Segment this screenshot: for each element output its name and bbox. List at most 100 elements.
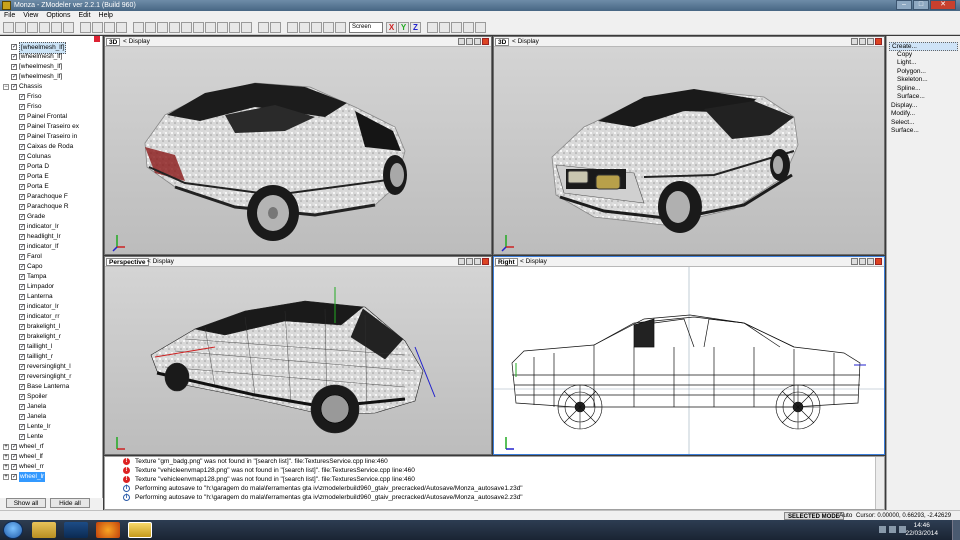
lock-icon[interactable] bbox=[451, 22, 462, 33]
vertex-mode-icon[interactable] bbox=[181, 22, 192, 33]
maximize-viewport-icon[interactable] bbox=[474, 38, 481, 45]
visibility-checkbox[interactable]: ✓ bbox=[19, 104, 25, 110]
polygon-mode-icon[interactable] bbox=[205, 22, 216, 33]
start-button[interactable] bbox=[3, 521, 23, 539]
viewport-perspective[interactable]: Perspective < Display bbox=[104, 256, 492, 455]
hide-all-button[interactable]: Hide all bbox=[50, 498, 90, 508]
settings-icon[interactable] bbox=[475, 22, 486, 33]
visibility-checkbox[interactable]: ✓ bbox=[11, 464, 17, 470]
tree-item[interactable]: ✓ Porta E bbox=[0, 182, 102, 192]
visibility-checkbox[interactable]: ✓ bbox=[19, 164, 25, 170]
tree-item[interactable]: ✓ Friso bbox=[0, 92, 102, 102]
pan-icon[interactable] bbox=[299, 22, 310, 33]
maximize-button[interactable]: □ bbox=[913, 0, 929, 10]
command-item[interactable]: Skeleton... bbox=[887, 76, 960, 85]
viewport-name[interactable]: Perspective bbox=[106, 258, 149, 266]
firefox-icon[interactable] bbox=[96, 522, 120, 538]
tree-item[interactable]: ✓ Friso bbox=[0, 102, 102, 112]
tree-item[interactable]: ✓ Painel Frontal bbox=[0, 112, 102, 122]
visibility-checkbox[interactable]: ✓ bbox=[19, 94, 25, 100]
undo-icon[interactable] bbox=[51, 22, 62, 33]
viewport-name[interactable]: Right bbox=[495, 258, 518, 266]
visibility-checkbox[interactable]: ✓ bbox=[19, 404, 25, 410]
cut-icon[interactable] bbox=[39, 22, 50, 33]
close-viewport-icon[interactable] bbox=[482, 258, 489, 265]
volume-icon[interactable] bbox=[889, 526, 896, 533]
visibility-checkbox[interactable]: ✓ bbox=[19, 384, 25, 390]
tree-item[interactable]: ✓ [wheelmesh_lf] bbox=[0, 62, 102, 72]
tree-item[interactable]: ✓ reversinglight_r bbox=[0, 372, 102, 382]
visibility-checkbox[interactable]: ✓ bbox=[19, 184, 25, 190]
visibility-checkbox[interactable]: ✓ bbox=[19, 424, 25, 430]
visibility-checkbox[interactable]: ✓ bbox=[19, 354, 25, 360]
link-icon[interactable] bbox=[427, 22, 438, 33]
visibility-checkbox[interactable]: ✓ bbox=[11, 444, 17, 450]
tree-item[interactable]: ✓ Porta D bbox=[0, 162, 102, 172]
visibility-checkbox[interactable]: ✓ bbox=[19, 264, 25, 270]
command-item[interactable]: Create... bbox=[889, 42, 958, 51]
command-item[interactable]: Modify... bbox=[887, 110, 960, 119]
zoom-icon[interactable] bbox=[458, 38, 465, 45]
visibility-checkbox[interactable]: ✓ bbox=[19, 274, 25, 280]
visibility-checkbox[interactable]: ✓ bbox=[19, 244, 25, 250]
command-item[interactable]: Spline... bbox=[887, 85, 960, 94]
visibility-checkbox[interactable]: ✓ bbox=[11, 64, 17, 70]
tree-item[interactable]: + ✓ wheel_lf bbox=[0, 452, 102, 462]
tree-item[interactable]: ✓ brakelight_l bbox=[0, 322, 102, 332]
rotate-icon[interactable] bbox=[157, 22, 168, 33]
tree-item[interactable]: ✓ reversinglight_l bbox=[0, 362, 102, 372]
command-item[interactable]: Surface... bbox=[887, 127, 960, 136]
visibility-checkbox[interactable]: ✓ bbox=[11, 454, 17, 460]
viewport-options-icon[interactable] bbox=[859, 258, 866, 265]
viewport-options-icon[interactable] bbox=[466, 258, 473, 265]
command-item[interactable]: Polygon... bbox=[887, 68, 960, 77]
network-icon[interactable] bbox=[879, 526, 886, 533]
tree-item[interactable]: + ✓ wheel_lr bbox=[0, 472, 102, 482]
tree-item[interactable]: ✓ Janela bbox=[0, 412, 102, 422]
layers-icon[interactable] bbox=[463, 22, 474, 33]
object-mode-icon[interactable] bbox=[217, 22, 228, 33]
tree-item[interactable]: ✓ Farol bbox=[0, 252, 102, 262]
axis-y-toggle[interactable]: Y bbox=[398, 22, 409, 33]
visibility-checkbox[interactable]: ✓ bbox=[11, 44, 17, 50]
tree-item[interactable]: ✓ [wheelmesh_lf] bbox=[0, 42, 102, 54]
visibility-checkbox[interactable]: ✓ bbox=[19, 204, 25, 210]
tree-item[interactable]: ✓ Lente bbox=[0, 432, 102, 442]
viewport-3d-rear[interactable]: 3D < Display bbox=[104, 36, 492, 255]
display-menu[interactable]: < Display bbox=[147, 257, 174, 267]
viewport-3d-front[interactable]: 3D < Display bbox=[493, 36, 885, 255]
visibility-checkbox[interactable]: ✓ bbox=[19, 334, 25, 340]
tree-item[interactable]: ✓ Spoiler bbox=[0, 392, 102, 402]
tree-item[interactable]: ✓ headlight_lr bbox=[0, 232, 102, 242]
menu-file[interactable]: File bbox=[4, 11, 15, 21]
visibility-checkbox[interactable]: ✓ bbox=[19, 174, 25, 180]
minimize-button[interactable]: – bbox=[896, 0, 912, 10]
tree-item[interactable]: ✓ Caixas de Roda bbox=[0, 142, 102, 152]
tree-item[interactable]: ✓ [wheelmesh_lf] bbox=[0, 72, 102, 82]
axis-toggle-icon[interactable] bbox=[258, 22, 269, 33]
tree-item[interactable]: − ✓ Chassis bbox=[0, 82, 102, 92]
render-icon[interactable] bbox=[80, 22, 91, 33]
tree-item[interactable]: ✓ Parachoque R bbox=[0, 202, 102, 212]
tree-item[interactable]: ✓ Painel Traseiro ex bbox=[0, 122, 102, 132]
material-icon[interactable] bbox=[229, 22, 240, 33]
tree-item[interactable]: ✓ Janela bbox=[0, 402, 102, 412]
visibility-checkbox[interactable]: ✓ bbox=[19, 134, 25, 140]
quick-select-icon[interactable] bbox=[335, 22, 346, 33]
tree-item[interactable]: ✓ Lente_lr bbox=[0, 422, 102, 432]
axis-x-toggle[interactable]: X bbox=[386, 22, 397, 33]
viewport-right[interactable]: Right < Display bbox=[493, 256, 885, 455]
tree-item[interactable]: ✓ Tampa bbox=[0, 272, 102, 282]
tree-item[interactable]: ✓ taillight_l bbox=[0, 342, 102, 352]
visibility-checkbox[interactable]: ✓ bbox=[19, 124, 25, 130]
command-item[interactable]: Surface... bbox=[887, 93, 960, 102]
tree-item[interactable]: ✓ Lanterna bbox=[0, 292, 102, 302]
hide-icon[interactable] bbox=[104, 22, 115, 33]
command-item[interactable]: Copy bbox=[887, 51, 960, 60]
tree-item[interactable]: + ✓ wheel_rr bbox=[0, 462, 102, 472]
visibility-checkbox[interactable]: ✓ bbox=[19, 224, 25, 230]
tree-item[interactable]: + ✓ wheel_rf bbox=[0, 442, 102, 452]
visibility-checkbox[interactable]: ✓ bbox=[19, 284, 25, 290]
maximize-viewport-icon[interactable] bbox=[867, 38, 874, 45]
visibility-checkbox[interactable]: ✓ bbox=[19, 154, 25, 160]
